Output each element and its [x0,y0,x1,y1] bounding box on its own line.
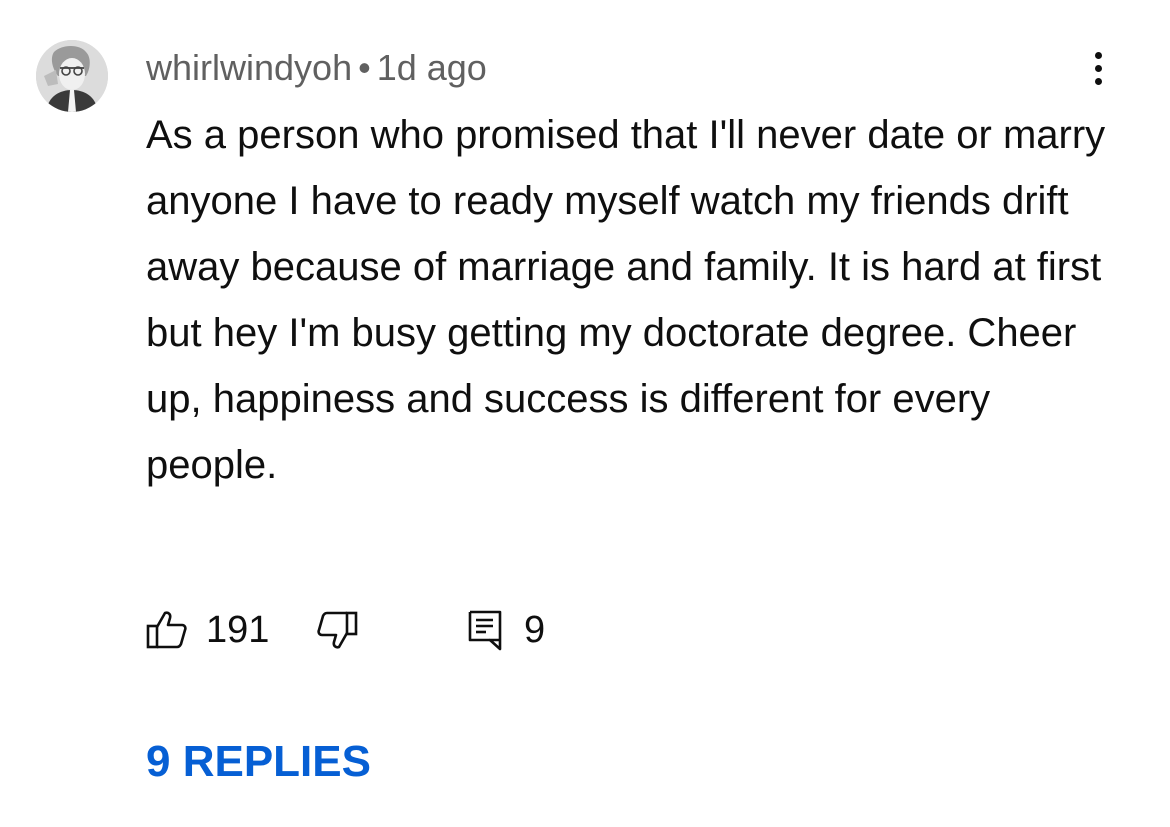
avatar-illustration [36,40,108,112]
more-vertical-icon-dot [1094,77,1102,85]
comment-meta: whirlwindyoh • 1d ago [146,46,487,90]
view-replies-link[interactable]: 9 REPLIES [146,734,371,790]
thumbs-up-icon [146,611,187,649]
comment-actions: 191 9 [146,602,746,658]
author-name[interactable]: whirlwindyoh [146,47,352,88]
reply-button[interactable]: 9 [466,602,545,658]
like-count: 191 [206,609,270,651]
like-button[interactable]: 191 [146,602,269,658]
more-options-button[interactable] [1082,46,1114,90]
comment-text: As a person who promised that I'll never… [146,113,1106,487]
dislike-button[interactable] [316,602,358,658]
comment-icon [468,610,502,651]
meta-separator: • [358,47,371,88]
comment-timestamp[interactable]: 1d ago [377,47,487,88]
reply-count: 9 [524,609,546,651]
more-vertical-icon [1094,51,1102,59]
avatar[interactable] [36,40,108,112]
thumbs-down-icon [317,611,358,649]
more-vertical-icon-dot [1094,64,1102,72]
